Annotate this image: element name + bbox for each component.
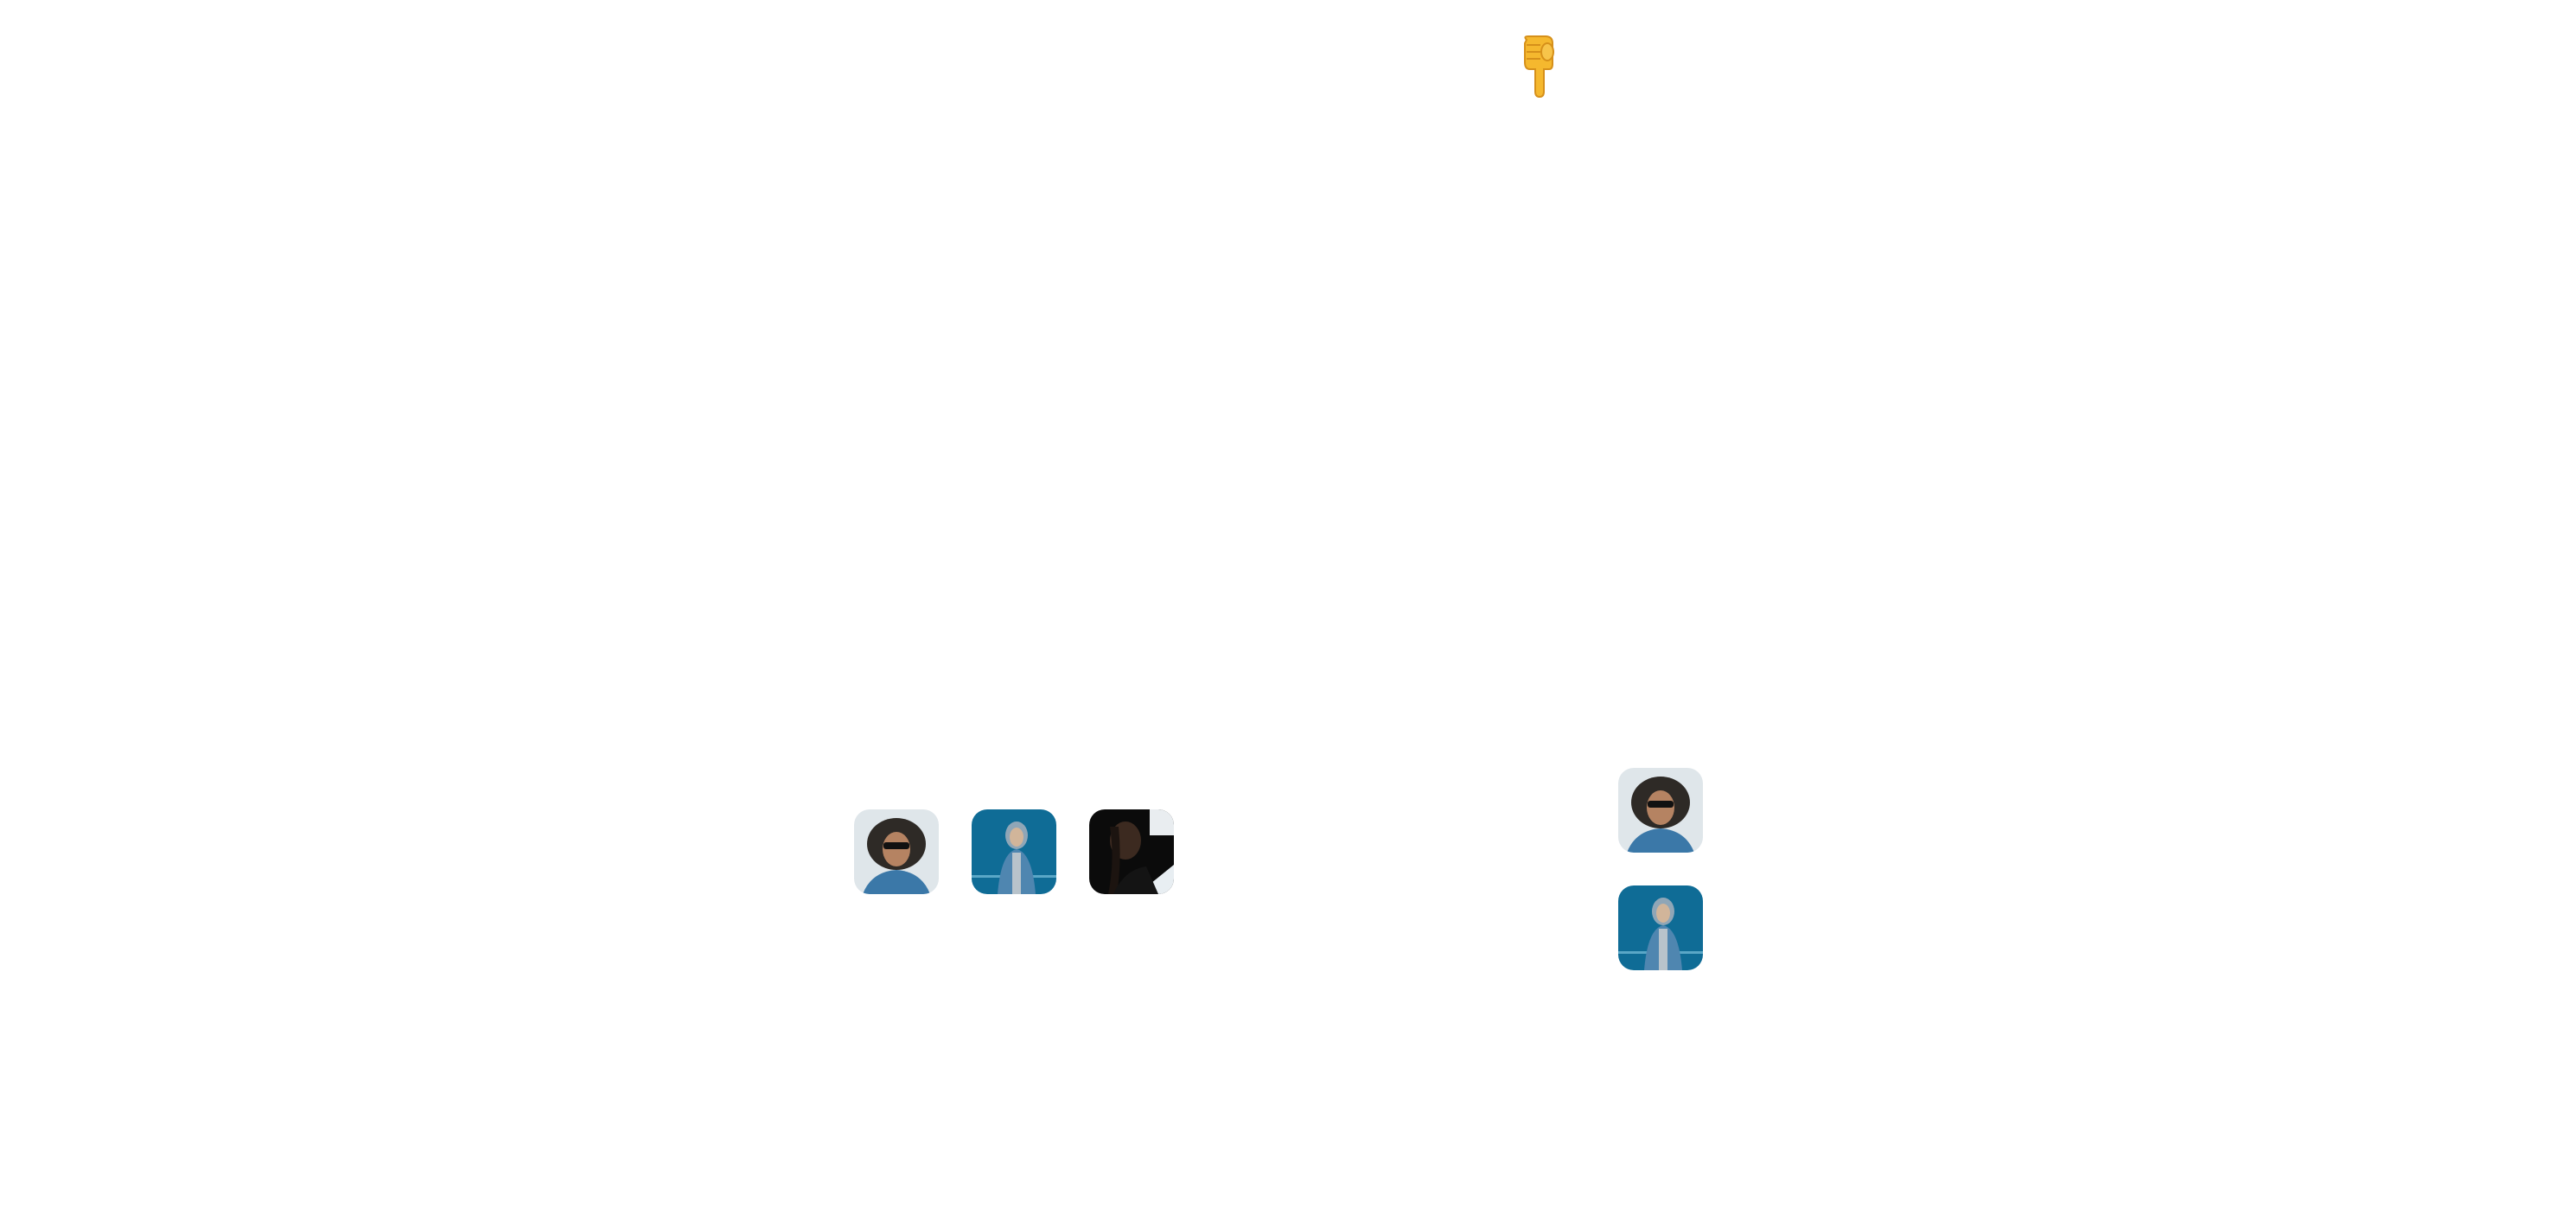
avatar-curly-hair-man[interactable] <box>854 809 939 894</box>
avatar-braided-man[interactable] <box>1089 809 1174 894</box>
canvas <box>0 0 2576 1221</box>
avatar-curly-hair-man[interactable] <box>1618 768 1703 853</box>
avatar-hooded-woman[interactable] <box>1618 885 1703 970</box>
avatar-hooded-woman[interactable] <box>972 809 1056 894</box>
pointing-down-hand-icon <box>1514 35 1566 99</box>
